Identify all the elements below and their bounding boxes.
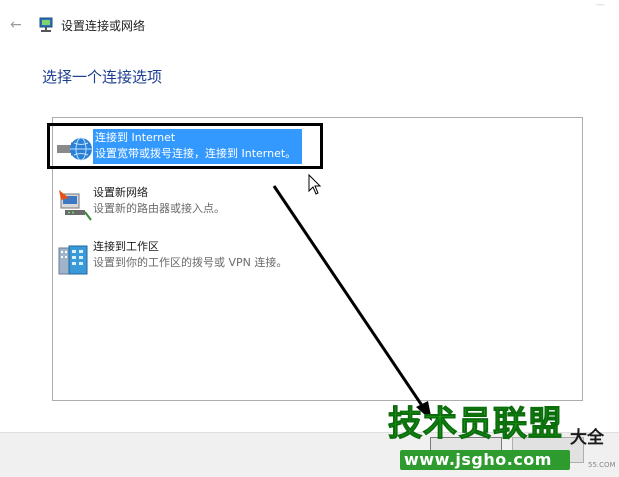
page-heading: 选择一个连接选项	[42, 68, 163, 86]
connection-options-list: 连接到 Internet 设置宽带或拨号连接，连接到 Internet。 设置新…	[52, 117, 583, 401]
option-connect-workplace[interactable]: 连接到工作区 设置到你的工作区的拨号或 VPN 连接。	[55, 238, 575, 278]
option-title: 设置新网络	[93, 186, 148, 199]
option-description: 设置宽带或拨号连接，连接到 Internet。	[95, 147, 297, 160]
close-icon[interactable]: —	[596, 0, 605, 10]
option-text: 连接到工作区 设置到你的工作区的拨号或 VPN 连接。	[93, 239, 287, 271]
watermark-suffix: 大全	[570, 428, 604, 448]
watermark-url: www.jsgho.com	[404, 450, 552, 469]
option-description: 设置新的路由器或接入点。	[93, 202, 225, 215]
option-title: 连接到 Internet	[95, 131, 176, 144]
router-setup-icon	[59, 190, 92, 221]
watermark-brand: 技术员联盟	[388, 404, 563, 445]
option-text: 设置新网络 设置新的路由器或接入点。	[93, 185, 225, 217]
back-arrow-icon[interactable]: ←	[10, 16, 22, 34]
network-icon	[39, 17, 53, 32]
option-title: 连接到工作区	[93, 240, 159, 253]
option-description: 设置到你的工作区的拨号或 VPN 连接。	[93, 256, 288, 269]
workplace-connection-icon	[58, 245, 88, 275]
option-connect-internet[interactable]: 连接到 Internet 设置宽带或拨号连接，连接到 Internet。	[55, 128, 575, 168]
window-title: 设置连接或网络	[61, 19, 146, 33]
watermark-com: 55.COM	[588, 461, 616, 469]
title-bar: ← 设置连接或网络 —	[0, 0, 619, 50]
option-text: 连接到 Internet 设置宽带或拨号连接，连接到 Internet。	[93, 129, 303, 164]
globe-network-icon	[57, 137, 92, 161]
option-setup-new-network[interactable]: 设置新网络 设置新的路由器或接入点。	[55, 184, 575, 224]
